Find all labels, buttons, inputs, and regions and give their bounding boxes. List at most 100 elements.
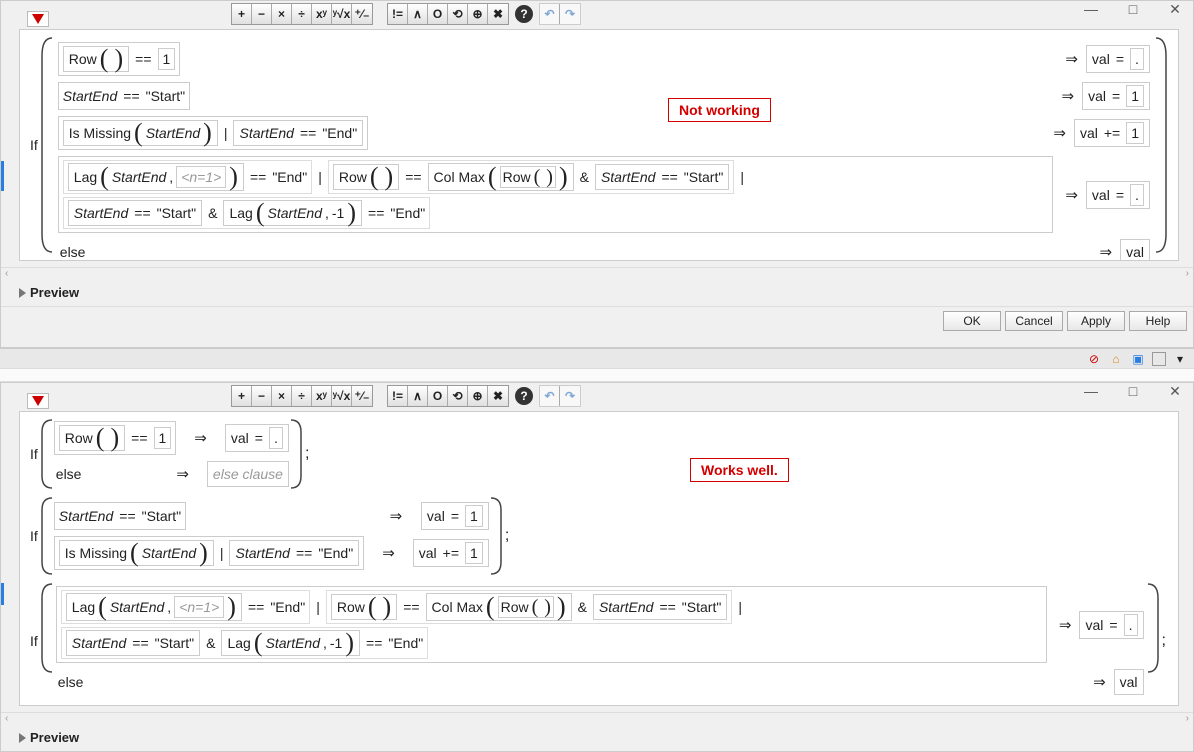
cmp-and[interactable]: ∧: [408, 4, 428, 24]
if-keyword: If: [30, 633, 40, 649]
cond-row-eq-1[interactable]: Row( ) == 1: [58, 42, 181, 76]
op-negate[interactable]: ⁺⁄₋: [352, 4, 372, 24]
then-arrow-icon: [190, 429, 211, 447]
close-icon[interactable]: ✕: [1161, 1, 1189, 18]
result-val[interactable]: val: [1120, 239, 1150, 261]
result-val-dot-2[interactable]: val = .: [1086, 181, 1150, 209]
apply-button[interactable]: Apply: [1067, 311, 1125, 331]
op-plus[interactable]: +: [232, 4, 252, 24]
op-div[interactable]: ÷: [292, 386, 312, 406]
op-plus[interactable]: +: [232, 386, 252, 406]
op-root[interactable]: ʸ√x: [332, 4, 352, 24]
op-div[interactable]: ÷: [292, 4, 312, 24]
undo-button[interactable]: ↶: [540, 4, 560, 24]
cond-complex-1[interactable]: Lag ( StartEnd , <n=1> ) == "End" | Row(…: [58, 156, 1054, 233]
help-button[interactable]: Help: [1129, 311, 1187, 331]
blank-box-icon[interactable]: [1152, 352, 1166, 366]
formula-toolbar: + − × ÷ xʸ ʸ√x ⁺⁄₋ != ∧ Ο ⟲ ⊕ ✖ ? ↶ ↷: [231, 385, 1193, 407]
cmp-delete[interactable]: ✖: [488, 386, 508, 406]
op-negate[interactable]: ⁺⁄₋: [352, 386, 372, 406]
then-arrow-icon: [1055, 616, 1076, 634]
minimize-icon[interactable]: —: [1077, 1, 1105, 18]
else-keyword: else: [58, 244, 86, 260]
then-arrow-icon: [378, 544, 399, 562]
result-val-plus-1[interactable]: val += 1: [1074, 119, 1150, 147]
op-minus[interactable]: −: [252, 386, 272, 406]
then-arrow-icon: [1089, 673, 1110, 691]
else-keyword: else: [54, 466, 82, 482]
help-icon[interactable]: ?: [515, 387, 533, 405]
annotation-not-working: Not working: [668, 98, 771, 122]
cmp-ne[interactable]: !=: [388, 386, 408, 406]
if-keyword: If: [30, 528, 40, 544]
cmp-or[interactable]: Ο: [428, 386, 448, 406]
cmp-ne[interactable]: !=: [388, 4, 408, 24]
semicolon: ;: [1160, 632, 1168, 650]
if-keyword: If: [30, 137, 40, 153]
dialog-buttons: OK Cancel Apply Help: [1, 306, 1193, 335]
then-arrow-icon: [1049, 124, 1070, 142]
undo-button[interactable]: ↶: [540, 386, 560, 406]
cond-missing-or-end[interactable]: Is Missing ( StartEnd ) | StartEnd == "E…: [54, 536, 364, 570]
preview-section[interactable]: Preview: [1, 281, 1193, 306]
cond-startend-start[interactable]: StartEnd == "Start": [58, 82, 190, 110]
disclosure-triangle-icon: [19, 288, 26, 298]
formula-editor-bottom[interactable]: Works well. If Row( ) == 1 val =: [19, 411, 1179, 706]
close-bracket-icon: [489, 496, 503, 576]
op-minus[interactable]: −: [252, 4, 272, 24]
op-root[interactable]: ʸ√x: [332, 386, 352, 406]
cmp-and[interactable]: ∧: [408, 386, 428, 406]
result-val-dot[interactable]: val = .: [225, 424, 289, 452]
cmp-delete[interactable]: ✖: [488, 4, 508, 24]
preview-section[interactable]: Preview: [1, 726, 1193, 751]
minimize-icon[interactable]: —: [1077, 383, 1105, 400]
cmp-insert[interactable]: ⊕: [468, 386, 488, 406]
cancel-button[interactable]: Cancel: [1005, 311, 1063, 331]
else-clause-placeholder[interactable]: else clause: [207, 461, 289, 487]
disclosure-button[interactable]: [27, 393, 49, 409]
result-val-1[interactable]: val = 1: [421, 502, 489, 530]
help-icon[interactable]: ?: [515, 5, 533, 23]
stop-icon[interactable]: ⊘: [1086, 351, 1102, 367]
disclosure-button[interactable]: [27, 11, 49, 27]
dropdown-icon[interactable]: ▾: [1172, 351, 1188, 367]
open-bracket-icon: [40, 36, 54, 254]
op-times[interactable]: ×: [272, 4, 292, 24]
result-val-dot-3[interactable]: val = .: [1079, 611, 1143, 639]
cond-row-eq-1[interactable]: Row( ) == 1: [54, 421, 177, 455]
close-icon[interactable]: ✕: [1161, 383, 1189, 400]
result-val-dot[interactable]: val = .: [1086, 45, 1150, 73]
preview-label: Preview: [30, 730, 79, 745]
redo-button[interactable]: ↷: [560, 4, 580, 24]
window-icon[interactable]: ▣: [1130, 351, 1146, 367]
row-fn: Row: [69, 49, 97, 69]
result-val-plus-1[interactable]: val += 1: [413, 539, 489, 567]
h-scrollbar[interactable]: [1, 712, 1193, 726]
cmp-or[interactable]: Ο: [428, 4, 448, 24]
cmp-switch[interactable]: ⟲: [448, 386, 468, 406]
maximize-icon[interactable]: □: [1119, 1, 1147, 18]
then-arrow-icon: [1058, 87, 1079, 105]
op-pow[interactable]: xʸ: [312, 4, 332, 24]
h-scrollbar[interactable]: [1, 267, 1193, 281]
cmp-insert[interactable]: ⊕: [468, 4, 488, 24]
then-arrow-icon: [1061, 50, 1082, 68]
redo-button[interactable]: ↷: [560, 386, 580, 406]
formula-editor-top[interactable]: Not working If Row( ) == 1: [19, 29, 1179, 261]
op-times[interactable]: ×: [272, 386, 292, 406]
home-icon[interactable]: ⌂: [1108, 351, 1124, 367]
result-val-1[interactable]: val = 1: [1082, 82, 1150, 110]
result-val[interactable]: val: [1114, 669, 1144, 695]
preview-label: Preview: [30, 285, 79, 300]
cmp-switch[interactable]: ⟲: [448, 4, 468, 24]
maximize-icon[interactable]: □: [1119, 383, 1147, 400]
op-pow[interactable]: xʸ: [312, 386, 332, 406]
status-bar: ⊘ ⌂ ▣ ▾: [0, 348, 1194, 368]
annotation-works-well: Works well.: [690, 458, 789, 482]
open-bracket-icon: [40, 418, 54, 490]
disclosure-triangle-icon: [19, 733, 26, 743]
cond-missing-or-end[interactable]: Is Missing ( StartEnd ) | StartEnd == "E…: [58, 116, 368, 150]
cond-startend-start[interactable]: StartEnd == "Start": [54, 502, 186, 530]
cond-complex-2[interactable]: Lag ( StartEnd , <n=1> ) == "End" | Row(…: [56, 586, 1047, 663]
ok-button[interactable]: OK: [943, 311, 1001, 331]
